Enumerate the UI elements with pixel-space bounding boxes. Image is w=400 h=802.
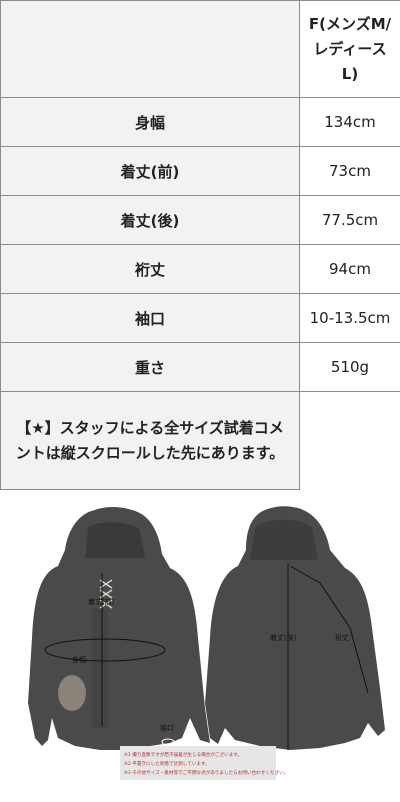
size-row-weight: 重さ 510g: [0, 342, 400, 392]
chest-width-label: 身幅: [72, 655, 86, 664]
row-label: 重さ: [0, 342, 300, 392]
note-empty-cell: [299, 391, 400, 490]
size-row-cuff: 袖口 10-13.5cm: [0, 293, 400, 343]
back-length-label: 着丈(後): [270, 633, 297, 642]
row-label: 着丈(後): [0, 195, 300, 245]
measurement-figure: 着丈(前) 身幅 袖口 着丈(後) 裄丈 ※1 撮り直数ですが若干誤差が生じる場…: [0, 488, 400, 802]
size-row-front-length: 着丈(前) 73cm: [0, 146, 400, 196]
size-row-chest-width: 身幅 134cm: [0, 97, 400, 147]
header-empty-cell: [0, 0, 300, 98]
size-table-note-row: 【★】スタッフによる全サイズ試着コメントは縦スクロールした先にあります。: [0, 391, 400, 490]
back-jacket-image: [205, 506, 385, 750]
row-value: 77.5cm: [299, 195, 400, 245]
row-label: 裄丈: [0, 244, 300, 294]
size-table: F(メンズM/レディースL) 身幅 134cm 着丈(前) 73cm 着丈(後)…: [0, 0, 400, 490]
row-value: 510g: [299, 342, 400, 392]
front-jacket-image: [28, 507, 210, 750]
size-table-header-row: F(メンズM/レディースL): [0, 0, 400, 98]
cuff-label: 袖口: [160, 723, 174, 732]
measurement-note-2: ※2 平置きにした状態で計測しています。: [124, 760, 210, 767]
row-value: 94cm: [299, 244, 400, 294]
row-value: 134cm: [299, 97, 400, 147]
row-label: 身幅: [0, 97, 300, 147]
size-row-back-length: 着丈(後) 77.5cm: [0, 195, 400, 245]
sleeve-length-label: 裄丈: [335, 633, 349, 642]
measurement-diagram: 着丈(前) 身幅 袖口 着丈(後) 裄丈 ※1 撮り直数ですが若干誤差が生じる場…: [28, 506, 385, 780]
row-value: 73cm: [299, 146, 400, 196]
row-label: 袖口: [0, 293, 300, 343]
size-row-sleeve-length: 裄丈 94cm: [0, 244, 400, 294]
row-label: 着丈(前): [0, 146, 300, 196]
header-size-cell: F(メンズM/レディースL): [299, 0, 400, 98]
row-value: 10-13.5cm: [299, 293, 400, 343]
measurement-note-3: ※3 その他サイズ・素材等でご不明な点がありましたらお問い合わせください。: [124, 769, 288, 776]
staff-fitting-note: 【★】スタッフによる全サイズ試着コメントは縦スクロールした先にあります。: [0, 391, 300, 490]
front-length-label: 着丈(前): [88, 597, 115, 606]
measurement-note-1: ※1 撮り直数ですが若干誤差が生じる場合がございます。: [124, 751, 242, 758]
